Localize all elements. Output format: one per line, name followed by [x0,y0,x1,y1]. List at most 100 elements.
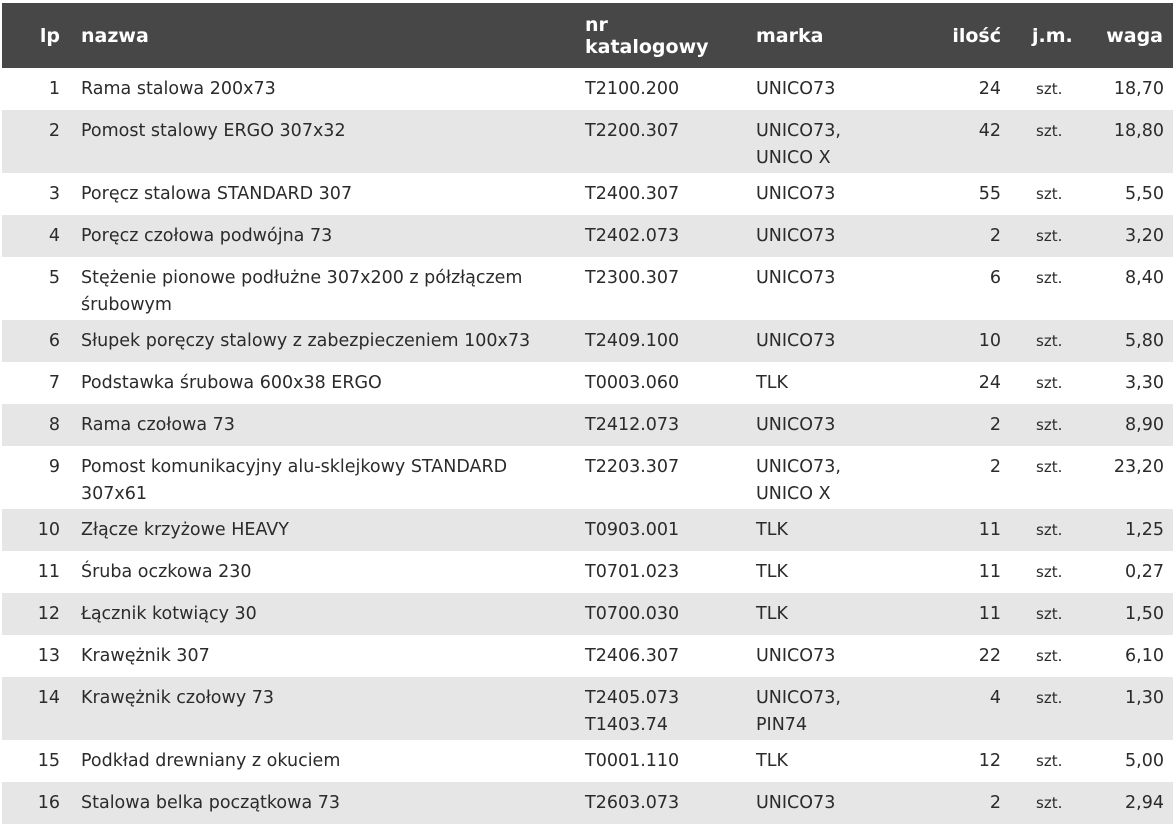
row-weight: 18,70 [1113,79,1164,99]
row-qty: 42 [978,121,1001,141]
unit-label: szt. [1036,374,1063,392]
row-weight: 8,40 [1125,268,1164,288]
unit-label: szt. [1036,458,1063,476]
parts-table: lp nazwa nr katalogowy marka ilość j.m. … [2,0,1173,824]
row-lp: 9 [48,457,60,477]
row-weight: 1,50 [1125,604,1164,624]
row-qty: 6 [989,268,1001,288]
row-qty: 55 [978,184,1001,204]
row-unit: szt. [1001,454,1076,481]
catalog-number: T0001.110 [585,751,680,771]
table-row: 9 Pomost komunikacyjny alu-sklejkowy STAN… [2,446,1173,509]
catalog-number: T0903.001 [585,520,680,540]
row-unit: szt. [1001,223,1076,250]
brand-name: UNICO X [756,484,831,504]
brand-name: PIN74 [756,715,808,735]
row-brand: TLK [733,517,905,544]
row-lp: 12 [37,604,60,624]
row-lp: 8 [48,415,60,435]
unit-label: szt. [1036,752,1063,770]
row-unit: szt. [1001,517,1076,544]
row-brand: UNICO73 [733,328,905,355]
row-catalog: T2300.307 [563,265,733,292]
row-weight: 0,27 [1125,562,1164,582]
table-row: 8 Rama czołowa 73 T2412.073 UNICO73 2 szt. 8,9… [2,404,1173,446]
unit-label: szt. [1036,185,1063,203]
row-brand: UNICO73 [733,412,905,439]
brand-name: UNICO73, [756,688,841,708]
row-lp: 13 [37,646,60,666]
row-name: Poręcz stalowa STANDARD 307 [81,184,353,204]
row-catalog: T2402.073 [563,223,733,250]
row-lp: 6 [48,331,60,351]
row-name: Słupek poręczy stalowy z zabezpieczeniem… [81,331,531,351]
row-name: Rama stalowa 200x73 [81,79,276,99]
row-brand: UNICO73 [733,181,905,208]
unit-label: szt. [1036,416,1063,434]
row-name: Pomost stalowy ERGO 307x32 [81,121,346,141]
row-name: Pomost komunikacyjny alu-sklejkowy STAND… [81,457,508,504]
row-unit: szt. [1001,601,1076,628]
table-row: 7 Podstawka śrubowa 600x38 ERGO T0003.060 T… [2,362,1173,404]
row-unit: szt. [1001,76,1076,103]
row-catalog: T0001.110 [563,748,733,775]
header-catalog[interactable]: nr katalogowy [563,14,733,58]
brand-name: TLK [756,751,788,771]
row-name: Łącznik kotwiący 30 [81,604,257,624]
row-catalog: T0700.030 [563,601,733,628]
row-name: Stalowa belka początkowa 73 [81,793,341,813]
row-catalog: T0701.023 [563,559,733,586]
table-row: 11 Śruba oczkowa 230 T0701.023 TLK 11 szt. 0,2… [2,551,1173,593]
header-weight[interactable]: waga [1076,25,1168,47]
row-qty: 24 [978,373,1001,393]
unit-label: szt. [1036,80,1063,98]
catalog-number: T2603.073 [585,793,680,813]
header-unit[interactable]: j.m. [1001,25,1076,47]
row-lp: 2 [48,121,60,141]
row-lp: 14 [37,688,60,708]
header-qty[interactable]: ilość [905,25,1001,47]
unit-label: szt. [1036,332,1063,350]
catalog-number: T0003.060 [585,373,680,393]
row-brand: TLK [733,601,905,628]
row-weight: 1,30 [1125,688,1164,708]
row-unit: szt. [1001,181,1076,208]
row-lp: 5 [48,268,60,288]
table-row: 12 Łącznik kotwiący 30 T0700.030 TLK 11 szt. 1… [2,593,1173,635]
row-unit: szt. [1001,748,1076,775]
brand-name: UNICO73 [756,415,836,435]
row-qty: 11 [978,604,1001,624]
row-brand: UNICO73 [733,643,905,670]
row-lp: 4 [48,226,60,246]
brand-name: UNICO73, [756,121,841,141]
row-weight: 5,80 [1125,331,1164,351]
row-qty: 2 [989,457,1001,477]
row-lp: 10 [37,520,60,540]
row-name: Poręcz czołowa podwójna 73 [81,226,333,246]
catalog-number: T2100.200 [585,79,680,99]
brand-name: UNICO73 [756,79,836,99]
table-body: 1 Rama stalowa 200x73 T2100.200 UNICO73 24 sz… [2,68,1173,824]
row-qty: 12 [978,751,1001,771]
brand-name: UNICO73 [756,793,836,813]
row-brand: UNICO73 [733,76,905,103]
header-name[interactable]: nazwa [60,25,563,47]
row-brand: UNICO73, UNICO X [733,454,905,508]
header-brand[interactable]: marka [733,25,905,47]
brand-name: UNICO73 [756,646,836,666]
table-row: 1 Rama stalowa 200x73 T2100.200 UNICO73 24 sz… [2,68,1173,110]
table-row: 14 Krawężnik czołowy 73 T2405.073 T1403.74 U… [2,677,1173,740]
brand-name: TLK [756,604,788,624]
catalog-number: T2412.073 [585,415,680,435]
catalog-number: T2400.307 [585,184,680,204]
row-weight: 18,80 [1113,121,1164,141]
row-lp: 1 [48,79,60,99]
row-unit: szt. [1001,412,1076,439]
row-name: Podstawka śrubowa 600x38 ERGO [81,373,382,393]
row-brand: UNICO73, UNICO X [733,118,905,172]
row-weight: 5,50 [1125,184,1164,204]
row-qty: 10 [978,331,1001,351]
row-lp: 3 [48,184,60,204]
row-lp: 15 [37,751,60,771]
header-lp[interactable]: lp [2,25,60,47]
